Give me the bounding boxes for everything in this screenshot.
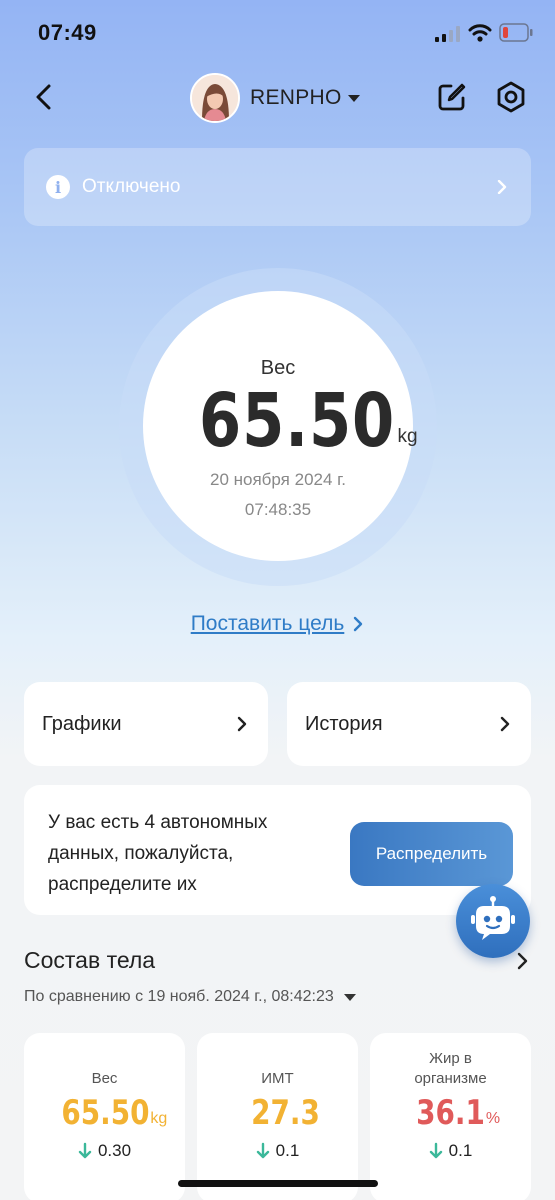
- user-selector[interactable]: RENPHO: [190, 72, 360, 124]
- avatar: [190, 73, 240, 123]
- metric-delta-value: 0.1: [275, 1141, 300, 1160]
- robot-chat-icon: [471, 896, 515, 940]
- offline-data-card: У вас есть 4 автономных данных, пожалуйс…: [24, 785, 531, 915]
- metric-label: Жир в организме: [414, 1050, 487, 1087]
- history-label: История: [305, 712, 383, 735]
- back-arrow-icon[interactable]: [30, 82, 60, 112]
- weight-date: 20 ноября 2024 г.: [210, 470, 346, 489]
- distribute-button[interactable]: Распределить: [350, 822, 513, 886]
- metric-delta-value: 0.1: [448, 1141, 473, 1160]
- metric-unit: kg: [150, 1110, 168, 1127]
- assistant-bot-button[interactable]: [456, 884, 530, 958]
- arrow-down-icon: [429, 1142, 442, 1159]
- avatar-illustration-icon: [192, 75, 238, 121]
- metric-value: 27.3: [250, 1093, 320, 1133]
- metric-delta-value: 0.30: [97, 1141, 132, 1160]
- chevron-right-icon: [237, 716, 247, 732]
- metric-card-body-fat[interactable]: Жир в организме 36.1 % 0.1: [370, 1033, 531, 1200]
- weight-label: Вес: [260, 357, 296, 379]
- comparison-selector[interactable]: По сравнению с 19 нояб. 2024 г., 08:42:2…: [24, 988, 356, 1006]
- user-name: RENPHO: [250, 86, 342, 109]
- history-card[interactable]: История: [287, 682, 531, 766]
- weight-unit: kg: [397, 426, 418, 447]
- chevron-right-icon: [500, 716, 510, 732]
- edit-icon[interactable]: [436, 81, 468, 113]
- caret-down-icon: [343, 993, 356, 1001]
- home-indicator[interactable]: [178, 1180, 378, 1187]
- wifi-icon: [468, 24, 492, 42]
- battery-icon: [499, 23, 533, 42]
- chevron-right-icon: [497, 180, 507, 194]
- set-goal-link[interactable]: Поставить цель: [0, 612, 555, 636]
- weight-circle[interactable]: Вес 65.50 kg 20 ноября 2024 г. 07:48:35: [143, 291, 418, 561]
- metric-unit: %: [485, 1110, 501, 1127]
- charts-label: Графики: [42, 712, 122, 735]
- body-composition-title: Состав тела: [24, 947, 156, 973]
- connection-status-banner[interactable]: i Отключено: [24, 148, 531, 226]
- cellular-signal-icon: [435, 26, 460, 42]
- metric-value: 36.1: [416, 1093, 485, 1133]
- weight-value: 65.50: [199, 378, 396, 464]
- metric-delta: 0.1: [429, 1141, 473, 1161]
- info-icon: i: [46, 175, 70, 199]
- comparison-text: По сравнению с 19 нояб. 2024 г., 08:42:2…: [24, 988, 334, 1005]
- arrow-down-icon: [78, 1142, 92, 1159]
- set-goal-label: Поставить цель: [190, 612, 345, 635]
- metric-card-bmi[interactable]: ИМТ 27.3 0.1: [197, 1033, 358, 1200]
- arrow-down-icon: [256, 1142, 269, 1159]
- chevron-right-icon[interactable]: [513, 952, 531, 970]
- caret-down-icon: [347, 94, 360, 102]
- charts-card[interactable]: Графики: [24, 682, 268, 766]
- offline-data-text: У вас есть 4 автономных данных, пожалуйс…: [48, 812, 268, 895]
- settings-gear-icon[interactable]: [495, 81, 527, 113]
- chevron-right-icon: [354, 616, 363, 632]
- metric-label: Вес: [91, 1070, 118, 1087]
- metric-label: ИМТ: [261, 1070, 294, 1087]
- metric-card-weight[interactable]: Вес 65.50 kg 0.30: [24, 1033, 185, 1200]
- status-time: 07:49: [38, 20, 97, 45]
- metric-delta: 0.1: [256, 1141, 300, 1161]
- metric-delta: 0.30: [78, 1141, 131, 1161]
- weight-time: 07:48:35: [244, 500, 312, 519]
- metric-value: 65.50: [61, 1093, 150, 1133]
- banner-text: Отключено: [82, 176, 181, 197]
